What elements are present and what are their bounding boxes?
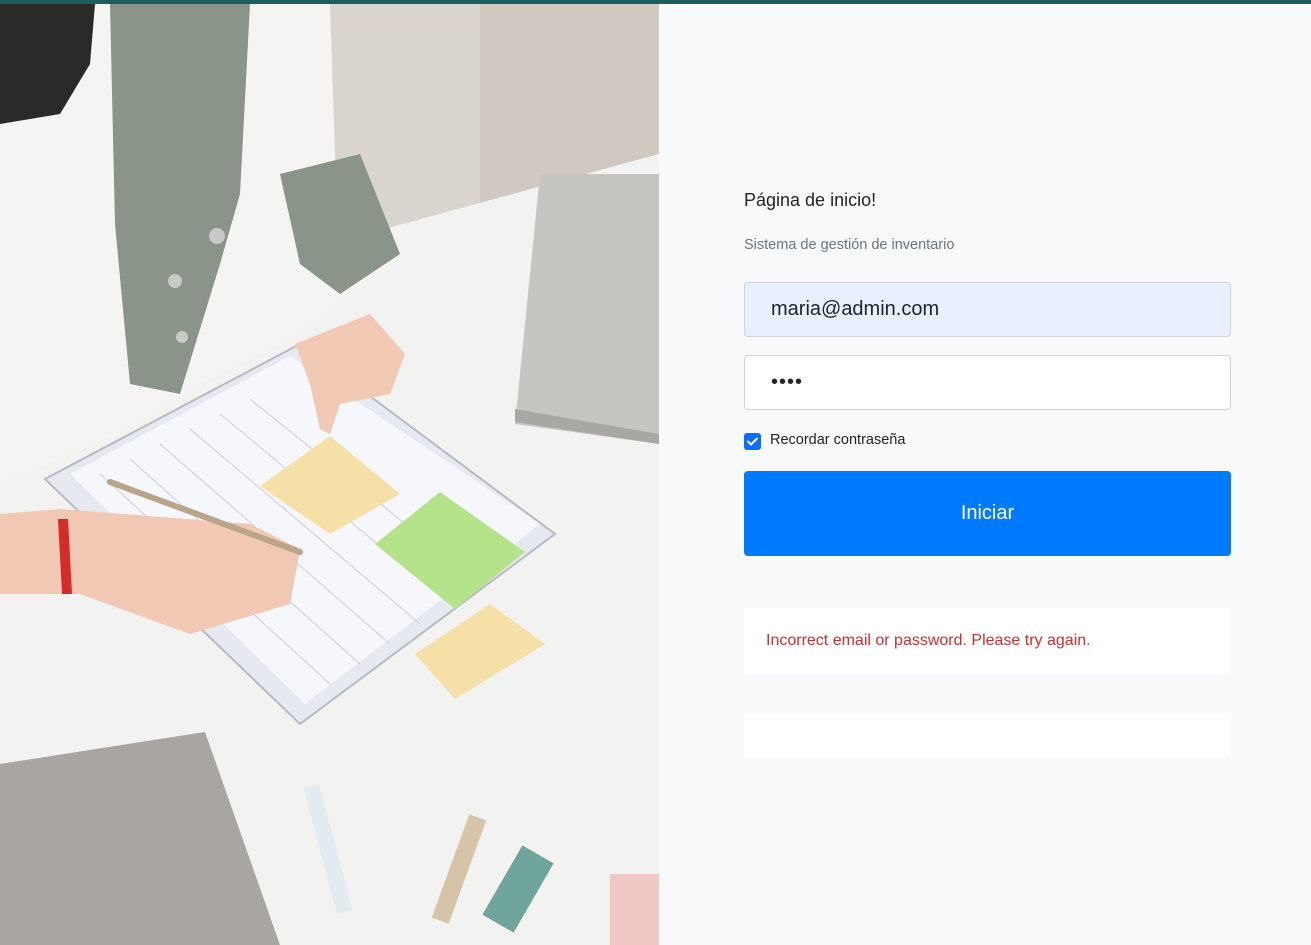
remember-label: Recordar contraseña — [770, 432, 906, 448]
error-alert: Incorrect email or password. Please try … — [744, 608, 1231, 674]
remember-checkbox[interactable] — [744, 433, 761, 450]
page-subtitle: Sistema de gestión de inventario — [744, 237, 955, 253]
password-field[interactable] — [744, 355, 1231, 410]
remember-password[interactable]: Recordar contraseña — [744, 430, 905, 450]
login-button[interactable]: Iniciar — [744, 471, 1231, 556]
top-accent-bar — [0, 0, 1311, 4]
error-message: Incorrect email or password. Please try … — [766, 632, 1091, 649]
login-panel: Página de inicio! Sistema de gestión de … — [659, 4, 1311, 945]
page-title: Página de inicio! — [744, 190, 877, 210]
hero-image — [0, 4, 659, 945]
check-icon — [747, 437, 758, 446]
email-field[interactable] — [744, 282, 1231, 337]
empty-message-box — [744, 713, 1231, 757]
